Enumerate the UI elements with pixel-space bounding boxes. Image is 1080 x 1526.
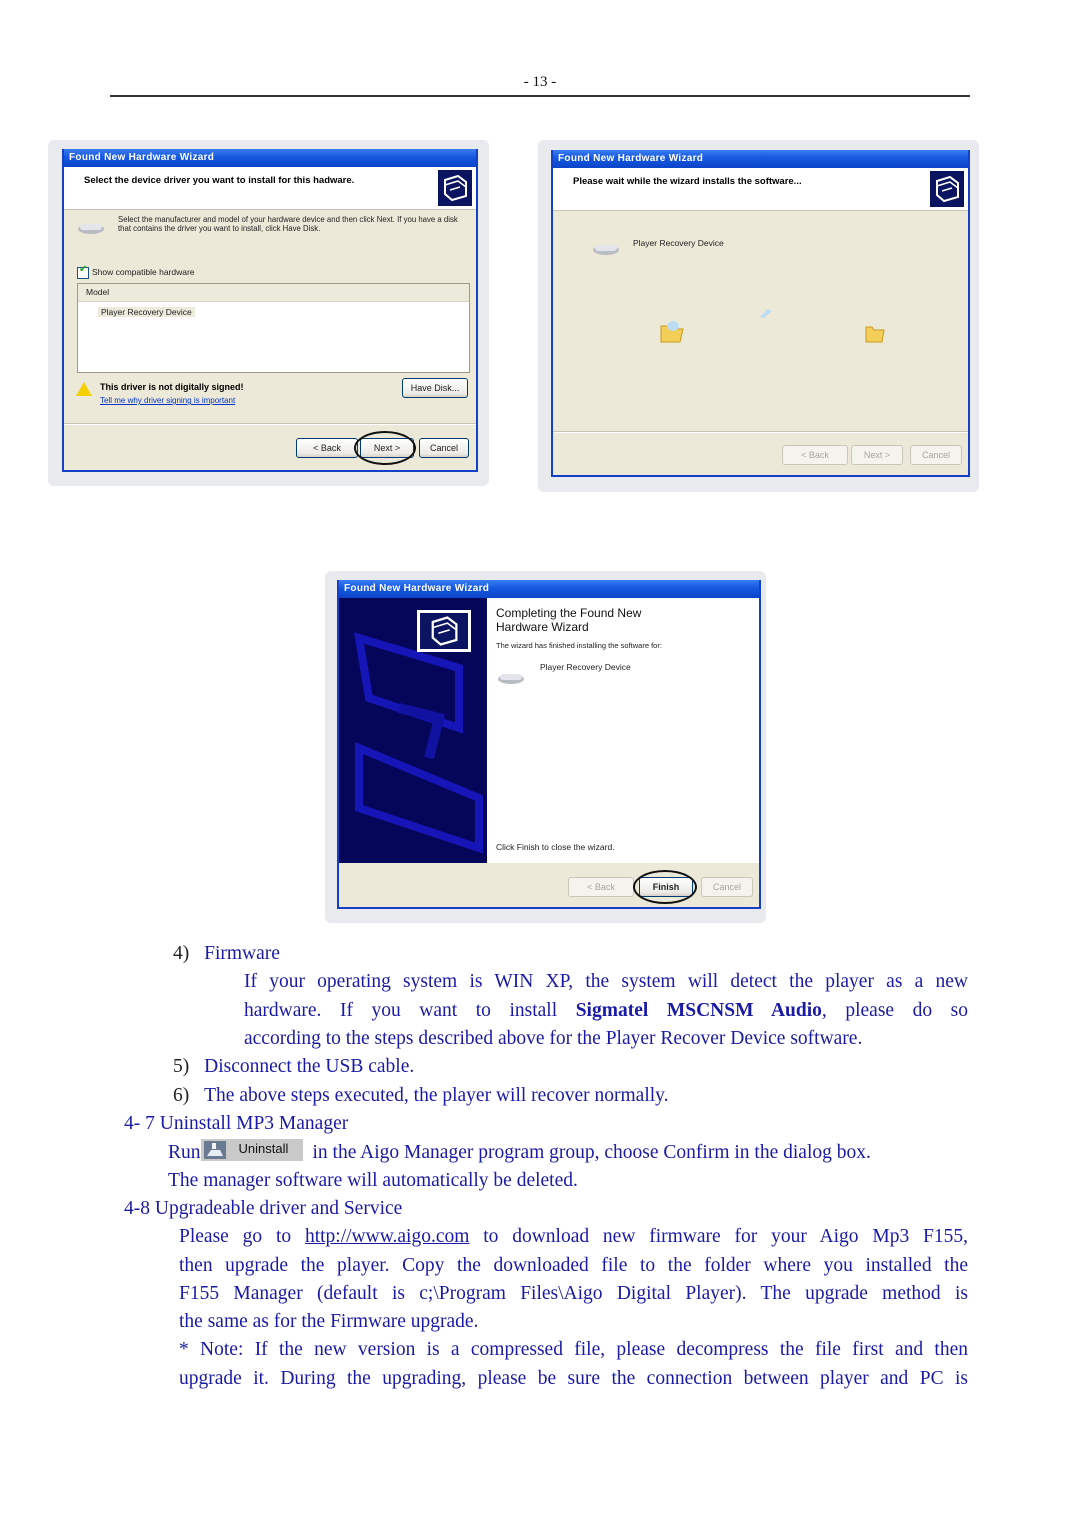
back-button[interactable]: < Back bbox=[296, 438, 358, 458]
step-6: 6) The above steps executed, the player … bbox=[173, 1082, 669, 1110]
run-text: Run bbox=[168, 1142, 201, 1163]
close-hint: Click Finish to close the wizard. bbox=[496, 842, 615, 852]
step-number: 5) bbox=[173, 1056, 190, 1077]
product-name: Sigmatel MSCNSM Audio bbox=[575, 1000, 822, 1021]
cancel-button[interactable]: Cancel bbox=[701, 877, 753, 897]
highlight-circle bbox=[633, 870, 697, 904]
wizard-content: Completing the Found New Hardware Wizard… bbox=[487, 598, 759, 863]
driver-signing-link[interactable]: Tell me why driver signing is important bbox=[100, 396, 235, 405]
device-name: Player Recovery Device bbox=[633, 238, 724, 248]
upgrade-line-3: F155 Manager (default is c;\Program File… bbox=[179, 1283, 968, 1304]
section-heading-4-8: 4-8 Upgradeable driver and Service bbox=[124, 1198, 403, 1219]
wizard-dialog-completing: Found New Hardware Wizard Completing the… bbox=[337, 580, 761, 909]
upgrade-line-1: Please go to http://www.aigo.com to down… bbox=[179, 1223, 968, 1251]
device-icon bbox=[498, 674, 524, 684]
cancel-button[interactable]: Cancel bbox=[910, 445, 962, 465]
dialog-titlebar: Found New Hardware Wizard bbox=[553, 150, 968, 168]
next-button[interactable]: Next > bbox=[851, 445, 903, 465]
note-line-1: * Note: If the new version is a compress… bbox=[179, 1339, 968, 1360]
highlight-circle bbox=[354, 431, 416, 465]
warning-text: This driver is not digitally signed! bbox=[100, 382, 244, 392]
uninstall-label: Uninstall bbox=[238, 1141, 289, 1156]
banner-text: Select the device driver you want to ins… bbox=[84, 175, 355, 186]
uninstall-button-image: Uninstall bbox=[200, 1139, 303, 1161]
firmware-line-1: If your operating system is WIN XP, the … bbox=[244, 971, 968, 992]
uninstall-line-2: The manager software will automatically … bbox=[168, 1170, 578, 1191]
wizard-dialog-installing: Found New Hardware Wizard Please wait wh… bbox=[551, 150, 970, 477]
aigo-website-link[interactable]: http://www.aigo.com bbox=[305, 1226, 469, 1247]
step-number: 6) bbox=[173, 1085, 190, 1106]
dialog-titlebar: Found New Hardware Wizard bbox=[339, 580, 759, 598]
completing-heading: Completing the Found New Hardware Wizard bbox=[496, 606, 642, 634]
page-number: - 13 - bbox=[523, 74, 557, 90]
upgrade-line-2: then upgrade the player. Copy the downlo… bbox=[179, 1255, 968, 1276]
back-button[interactable]: < Back bbox=[568, 877, 634, 897]
firmware-line-3: according to the steps described above f… bbox=[244, 1028, 863, 1049]
flying-document-icon bbox=[760, 309, 772, 318]
dialog-separator bbox=[64, 423, 476, 425]
text: , please do so bbox=[821, 1000, 969, 1021]
device-name: Player Recovery Device bbox=[540, 662, 631, 672]
uninstall-icon bbox=[203, 1141, 226, 1159]
destination-folder-icon bbox=[865, 326, 885, 343]
header-rule bbox=[110, 95, 970, 97]
dialog-banner: Please wait while the wizard installs th… bbox=[553, 168, 968, 211]
banner-text: Please wait while the wizard installs th… bbox=[573, 176, 802, 187]
section-heading-4-7: 4- 7 Uninstall MP3 Manager bbox=[124, 1113, 349, 1134]
text: hardware. If you want to install bbox=[244, 1000, 576, 1021]
text: Please go to bbox=[179, 1226, 305, 1247]
wizard-side-panel bbox=[339, 598, 487, 863]
firmware-line-2: hardware. If you want to install Sigmate… bbox=[244, 997, 968, 1025]
step-number: 4) bbox=[173, 943, 190, 964]
hardware-icon bbox=[417, 610, 471, 652]
hardware-icon bbox=[438, 170, 472, 206]
dialog-banner: Select the device driver you want to ins… bbox=[64, 167, 476, 210]
warning-icon bbox=[76, 382, 92, 396]
show-compatible-label: Show compatible hardware bbox=[92, 267, 195, 277]
model-list-header: Model bbox=[78, 284, 469, 302]
step-label: Firmware bbox=[204, 943, 280, 964]
back-button[interactable]: < Back bbox=[782, 445, 848, 465]
model-list[interactable]: Model Player Recovery Device bbox=[77, 283, 470, 373]
have-disk-button[interactable]: Have Disk... bbox=[402, 378, 468, 398]
model-list-item[interactable]: Player Recovery Device bbox=[98, 307, 195, 317]
cancel-button[interactable]: Cancel bbox=[419, 438, 469, 458]
upgrade-line-4: the same as for the Firmware upgrade. bbox=[179, 1311, 479, 1332]
after-text: in the Aigo Manager program group, choos… bbox=[312, 1142, 871, 1163]
source-folder-icon bbox=[660, 321, 684, 343]
instruction-text: Select the manufacturer and model of you… bbox=[118, 215, 458, 233]
text: to download new firmware for your Aigo M… bbox=[469, 1226, 968, 1247]
finished-text: The wizard has finished installing the s… bbox=[496, 641, 662, 650]
dialog-separator bbox=[553, 431, 968, 433]
note-line-2: upgrade it. During the upgrading, please… bbox=[179, 1368, 968, 1389]
dialog-titlebar: Found New Hardware Wizard bbox=[64, 149, 476, 167]
show-compatible-checkbox[interactable]: ✔ bbox=[77, 264, 89, 279]
step-label: The above steps executed, the player wil… bbox=[204, 1085, 669, 1106]
device-icon bbox=[593, 245, 619, 255]
hardware-icon bbox=[930, 171, 964, 207]
step-label: Disconnect the USB cable. bbox=[204, 1056, 415, 1077]
check-icon: ✔ bbox=[79, 264, 88, 275]
step-4: 4) Firmware bbox=[173, 940, 280, 968]
device-icon bbox=[78, 224, 104, 234]
wizard-dialog-select-driver: Found New Hardware Wizard Select the dev… bbox=[62, 149, 478, 472]
uninstall-instruction: Run Uninstall in the Aigo Manager program … bbox=[168, 1139, 871, 1167]
step-5: 5) Disconnect the USB cable. bbox=[173, 1053, 414, 1081]
